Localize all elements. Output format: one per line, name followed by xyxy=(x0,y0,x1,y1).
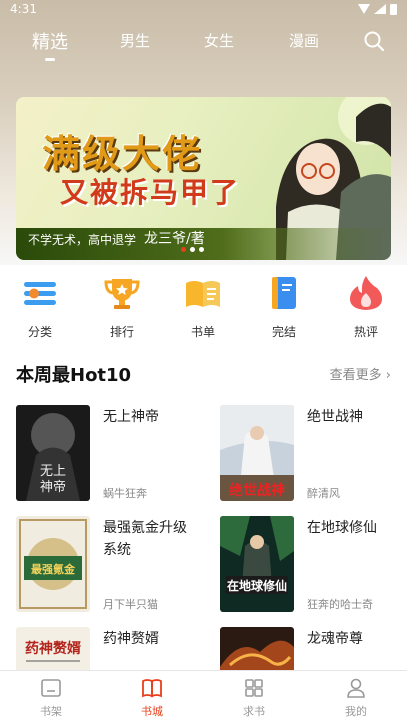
svg-text:在地球修仙: 在地球修仙 xyxy=(227,578,287,593)
request-book-icon xyxy=(245,679,263,697)
category-icon xyxy=(24,282,56,305)
tab-male[interactable]: 男生 xyxy=(120,30,150,51)
book-card[interactable]: 绝世战神 绝世战神 醉清风 xyxy=(220,405,405,501)
bottom-tab-bar: 书架 书城 求书 我的 xyxy=(0,670,407,723)
svg-text:无上: 无上 xyxy=(40,464,66,479)
section-title: 本周最Hot10 xyxy=(16,365,132,386)
bookstore-icon xyxy=(142,679,162,698)
svg-text:神帝: 神帝 xyxy=(40,479,66,495)
banner-pagination xyxy=(181,247,204,252)
signal-icon xyxy=(374,4,386,14)
tab-request-book[interactable]: 求书 xyxy=(224,677,284,719)
view-more-link[interactable]: 查看更多 › xyxy=(330,364,391,383)
pagination-dot-active xyxy=(181,247,186,252)
tab-comics[interactable]: 漫画 xyxy=(289,30,319,51)
book-title: 在地球修仙 xyxy=(307,520,377,536)
book-author: 月下半只猫 xyxy=(103,598,158,611)
book-cover: 无上 神帝 xyxy=(16,405,90,501)
profile-icon xyxy=(347,678,365,698)
tab-bookstore[interactable]: 书城 xyxy=(122,677,182,719)
svg-text:最强氪金: 最强氪金 xyxy=(31,562,76,576)
book-card[interactable]: 龙魂帝尊 xyxy=(220,627,405,670)
trophy-icon xyxy=(104,279,140,309)
book-title: 药神赘婿 xyxy=(103,631,159,647)
book-author: 蜗牛狂奔 xyxy=(103,487,147,500)
wifi-icon xyxy=(358,4,370,14)
tab-female[interactable]: 女生 xyxy=(204,30,234,51)
tab-bookshelf[interactable]: 书架 xyxy=(21,677,81,719)
tab-featured[interactable]: 精选 xyxy=(32,28,68,54)
book-card[interactable]: 无上 神帝 无上神帝 蜗牛狂奔 xyxy=(16,405,201,501)
search-icon[interactable] xyxy=(363,30,385,52)
quick-link-hot-comments[interactable]: 热评 xyxy=(336,273,396,340)
content-card: 分类 排行 书单 完结 热评 本周最Hot10 查看更多 › 无上 神帝 无上神… xyxy=(0,265,407,670)
banner-author: 龙三爷/著 xyxy=(144,231,205,247)
book-title: 最强氪金升级系统 xyxy=(103,520,187,558)
book-card[interactable]: 在地球修仙 在地球修仙 狂奔的哈士奇 xyxy=(220,516,405,612)
quick-link-book-list[interactable]: 书单 xyxy=(173,273,233,340)
svg-text:绝世战神: 绝世战神 xyxy=(229,482,285,499)
hot-comment-icon xyxy=(350,276,382,310)
book-title: 绝世战神 xyxy=(307,409,363,425)
quick-link-finished[interactable]: 完结 xyxy=(254,273,314,340)
quick-links: 分类 排行 书单 完结 热评 xyxy=(0,265,407,345)
book-cover: 最强氪金 xyxy=(16,516,90,612)
banner-tagline: 不学无术，高中退学 xyxy=(28,233,137,247)
svg-text:药神赘婿: 药神赘婿 xyxy=(25,640,82,657)
book-card[interactable]: 最强氪金 最强氪金升级系统 月下半只猫 xyxy=(16,516,201,612)
book-title: 无上神帝 xyxy=(103,409,159,425)
book-author: 醉清风 xyxy=(307,487,340,500)
book-card[interactable]: 药神赘婿 药神赘婿 xyxy=(16,627,201,670)
book-list-icon xyxy=(186,281,220,307)
book-cover: 药神赘婿 xyxy=(16,627,90,670)
status-time: 4:31 xyxy=(10,2,37,16)
status-bar: 4:31 xyxy=(0,0,407,18)
book-author: 狂奔的哈士奇 xyxy=(307,598,373,611)
promo-banner[interactable]: 满级大佬 又被拆马甲了 不学无术，高中退学 龙三爷/著 xyxy=(16,97,391,260)
pagination-dot xyxy=(199,247,204,252)
bookshelf-icon xyxy=(41,679,61,697)
book-title: 龙魂帝尊 xyxy=(307,631,363,647)
book-cover xyxy=(220,627,294,670)
banner-subtitle-headline: 又被拆马甲了 xyxy=(60,176,241,209)
finished-book-icon xyxy=(272,277,296,309)
pagination-dot xyxy=(190,247,195,252)
banner-title: 满级大佬 xyxy=(42,131,203,176)
battery-icon xyxy=(390,3,397,15)
tab-profile[interactable]: 我的 xyxy=(326,677,386,719)
top-nav: 精选 男生 女生 漫画 xyxy=(0,26,407,62)
quick-link-category[interactable]: 分类 xyxy=(10,273,70,340)
book-cover: 在地球修仙 xyxy=(220,516,294,612)
book-cover: 绝世战神 xyxy=(220,405,294,501)
active-tab-indicator xyxy=(45,58,55,61)
chevron-right-icon: › xyxy=(385,368,391,383)
quick-link-ranking[interactable]: 排行 xyxy=(92,273,152,340)
